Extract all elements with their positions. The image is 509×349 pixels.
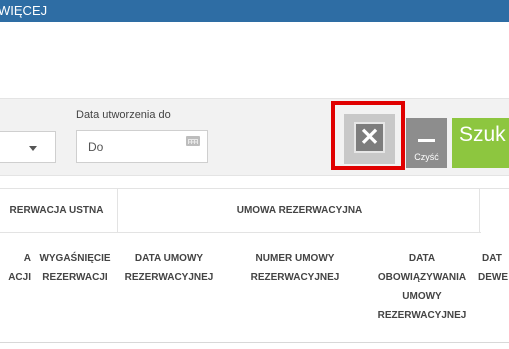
column-header[interactable]: WYGAŚNIĘCIE REZERWACJI (34, 233, 116, 343)
table-header: RERWACJA USTNA UMOWA REZERWACYJNA A ACJI… (0, 188, 509, 343)
date-to-label: Data utworzenia do (76, 109, 171, 121)
column-header-line: DEWE (478, 272, 508, 283)
column-header-line: WYGAŚNIĘCIE (39, 253, 111, 264)
group-label: RERWACJA USTNA (9, 205, 104, 216)
column-header-line: REZERWACYJNEJ (124, 272, 214, 283)
group-header-reservation-agreement: UMOWA REZERWACYJNA (118, 189, 481, 233)
column-header-line: REZERWACYJNEJ (377, 310, 467, 321)
column-header[interactable]: DATA OBOWIĄZYWANIA UMOWY REZERWACYJNEJ (373, 233, 471, 343)
highlight-frame (331, 101, 405, 170)
calendar-icon[interactable] (186, 136, 200, 146)
minus-icon (418, 139, 435, 142)
top-bar: WIĘCEJ (0, 0, 509, 22)
column-header[interactable]: NUMER UMOWY REZERWACYJNEJ (221, 233, 369, 343)
clear-button[interactable]: Czyść (406, 118, 447, 168)
column-header-line: NUMER UMOWY (255, 253, 335, 264)
divider (117, 189, 118, 233)
column-header[interactable]: DAT DEWE (478, 233, 509, 343)
top-bar-title: WIĘCEJ (0, 3, 48, 18)
clear-button-label: Czyść (414, 152, 439, 162)
chevron-down-icon (29, 146, 37, 151)
column-header-line: DATA UMOWY (134, 253, 204, 264)
search-button-label: Szuk (459, 123, 506, 146)
date-to-placeholder: Do (88, 140, 104, 154)
select-dropdown[interactable] (0, 131, 56, 163)
group-label: UMOWA REZERWACYJNA (236, 205, 363, 216)
column-header-line: REZERWACYJNEJ (250, 272, 340, 283)
column-header-line: REZERWACJI (42, 272, 108, 283)
column-header-line: DAT (482, 253, 502, 264)
column-header[interactable]: DATA UMOWY REZERWACYJNEJ (117, 233, 221, 343)
column-header-line: OBOWIĄZYWANIA (377, 272, 467, 283)
column-header-line: UMOWY (402, 291, 442, 302)
group-header-oral-reservation: RERWACJA USTNA (0, 189, 117, 233)
search-button[interactable]: Szuk (452, 118, 509, 168)
column-header[interactable]: A ACJI (0, 233, 31, 343)
divider (479, 189, 480, 233)
column-header-line: ACJI (8, 272, 31, 283)
column-header-line: A (23, 253, 31, 264)
date-to-input[interactable]: Do (76, 130, 208, 163)
column-header-line: DATA (408, 253, 436, 264)
